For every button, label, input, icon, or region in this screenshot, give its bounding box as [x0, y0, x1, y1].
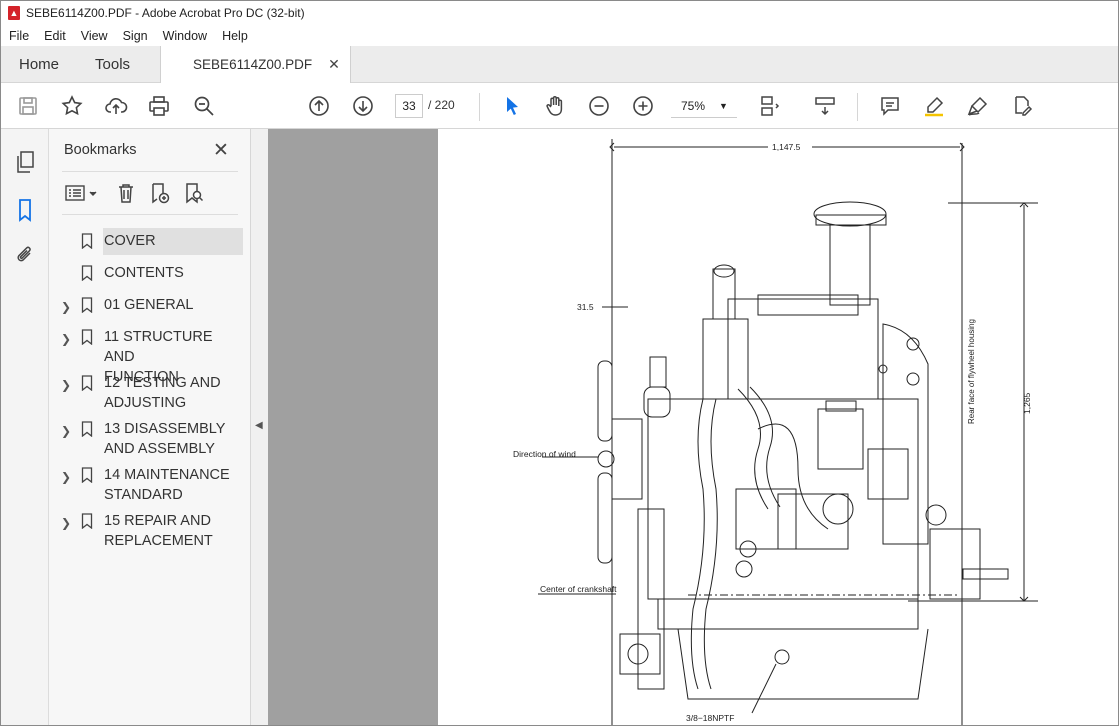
bookmark-icon	[81, 265, 93, 282]
zoom-out-icon[interactable]	[586, 93, 612, 119]
select-cursor-icon[interactable]	[499, 93, 525, 119]
menu-sign[interactable]: Sign	[115, 29, 155, 43]
bookmark-label: CONTENTS	[104, 265, 184, 281]
dim-offset-label: 31.5	[577, 302, 594, 312]
bookmark-icon	[81, 375, 93, 392]
window-title: SEBE6114Z00.PDF - Adobe Acrobat Pro DC (…	[26, 6, 305, 20]
chevron-right-icon[interactable]: ❯	[61, 375, 71, 395]
bookmark-label: 13 DISASSEMBLY AND ASSEMBLY	[104, 421, 226, 457]
tab-home[interactable]: Home	[1, 46, 77, 82]
bookmark-label: 14 MAINTENANCE STANDARD	[104, 467, 230, 503]
pdf-page: 1,147.5 31.5 Direction of wind Center of…	[438, 129, 1118, 725]
cloud-upload-icon[interactable]	[103, 93, 129, 119]
bookmarks-toolbar	[62, 171, 238, 215]
chevron-right-icon[interactable]: ❯	[61, 421, 71, 441]
find-bookmark-icon[interactable]	[182, 181, 206, 205]
acrobat-window: ▲ SEBE6114Z00.PDF - Adobe Acrobat Pro DC…	[0, 0, 1119, 726]
document-viewport[interactable]: 1,147.5 31.5 Direction of wind Center of…	[268, 129, 1118, 725]
page-view-icon[interactable]	[756, 93, 782, 119]
highlight-pen-icon[interactable]	[921, 93, 947, 119]
bookmark-icon	[81, 233, 93, 250]
page-total: / 220	[428, 98, 455, 112]
save-icon[interactable]	[15, 93, 41, 119]
print-icon[interactable]	[146, 93, 172, 119]
toolbar-divider	[479, 93, 480, 121]
title-bar: ▲ SEBE6114Z00.PDF - Adobe Acrobat Pro DC…	[1, 1, 1118, 25]
bookmark-icon	[81, 329, 93, 346]
next-page-icon[interactable]	[350, 93, 376, 119]
bookmarks-panel: Bookmarks ✕ COVER CONTENTS ❯ 01 GENERAL …	[49, 129, 251, 725]
bookmarks-panel-title: Bookmarks	[64, 142, 137, 158]
tab-tools[interactable]: Tools	[77, 46, 148, 82]
scroll-mode-icon[interactable]	[812, 93, 838, 119]
panel-splitter[interactable]: ◀	[251, 129, 268, 725]
close-tab-icon[interactable]: ✕	[328, 56, 340, 73]
bookmarks-icon[interactable]	[13, 197, 37, 223]
acrobat-app-icon: ▲	[8, 6, 20, 20]
wind-direction-label: Direction of wind	[513, 449, 576, 459]
tab-document-label: SEBE6114Z00.PDF	[193, 57, 313, 72]
crankshaft-center-label: Center of crankshaft	[540, 584, 617, 594]
bookmark-icon	[81, 467, 93, 484]
tab-document[interactable]: SEBE6114Z00.PDF ✕	[160, 46, 351, 83]
thread-spec-label: 3/8−18NPTF	[686, 713, 734, 723]
menu-bar: File Edit View Sign Window Help	[1, 25, 1118, 46]
bookmark-label: COVER	[103, 228, 243, 255]
page-number-input[interactable]: 33	[395, 94, 423, 118]
close-panel-icon[interactable]: ✕	[213, 139, 229, 162]
page-thumbnails-icon[interactable]	[13, 149, 37, 175]
menu-edit[interactable]: Edit	[36, 29, 73, 43]
flywheel-housing-label: Rear face of flywheel housing	[967, 319, 976, 424]
chevron-right-icon[interactable]: ❯	[61, 297, 71, 317]
bookmark-label: 01 GENERAL	[104, 297, 194, 313]
edit-pdf-icon[interactable]	[1009, 93, 1035, 119]
comment-icon[interactable]	[877, 93, 903, 119]
menu-help[interactable]: Help	[214, 29, 255, 43]
menu-window[interactable]: Window	[155, 29, 214, 43]
tab-bar: Home Tools SEBE6114Z00.PDF ✕	[1, 46, 1118, 83]
toolbar-divider	[857, 93, 858, 121]
chevron-right-icon[interactable]: ❯	[61, 329, 71, 349]
chevron-down-icon: ▼	[719, 100, 728, 111]
chevron-right-icon[interactable]: ❯	[61, 467, 71, 487]
chevron-right-icon[interactable]: ❯	[61, 513, 71, 533]
menu-view[interactable]: View	[73, 29, 115, 43]
zoom-level-dropdown[interactable]: 75% ▼	[671, 94, 737, 118]
attachments-paperclip-icon[interactable]	[13, 243, 37, 269]
bookmark-icon	[81, 297, 93, 314]
collapse-panel-arrow-icon[interactable]: ◀	[255, 420, 263, 431]
bookmark-label: 15 REPAIR AND REPLACEMENT	[104, 513, 213, 549]
dim-width-label: 1,147.5	[772, 142, 801, 152]
zoom-in-icon[interactable]	[630, 93, 656, 119]
engine-drawing: 1,147.5 31.5 Direction of wind Center of…	[513, 139, 1038, 725]
new-bookmark-icon[interactable]	[148, 181, 172, 205]
bookmark-label: 12 TESTING AND ADJUSTING	[104, 375, 221, 411]
sign-pen-icon[interactable]	[965, 93, 991, 119]
delete-bookmark-trash-icon[interactable]	[114, 181, 138, 205]
menu-file[interactable]: File	[1, 29, 36, 43]
bookmark-options-icon[interactable]	[64, 181, 100, 205]
previous-page-icon[interactable]	[306, 93, 332, 119]
star-icon[interactable]	[59, 93, 85, 119]
bookmark-icon	[81, 513, 93, 530]
main-toolbar: 33 / 220 75% ▼	[1, 83, 1118, 129]
hand-tool-icon[interactable]	[542, 93, 568, 119]
search-zoom-icon[interactable]	[191, 93, 217, 119]
zoom-level-value: 75%	[681, 98, 706, 113]
navigation-rail	[1, 129, 49, 725]
bookmark-icon	[81, 421, 93, 438]
dim-height-label: 1,265	[1022, 392, 1032, 414]
